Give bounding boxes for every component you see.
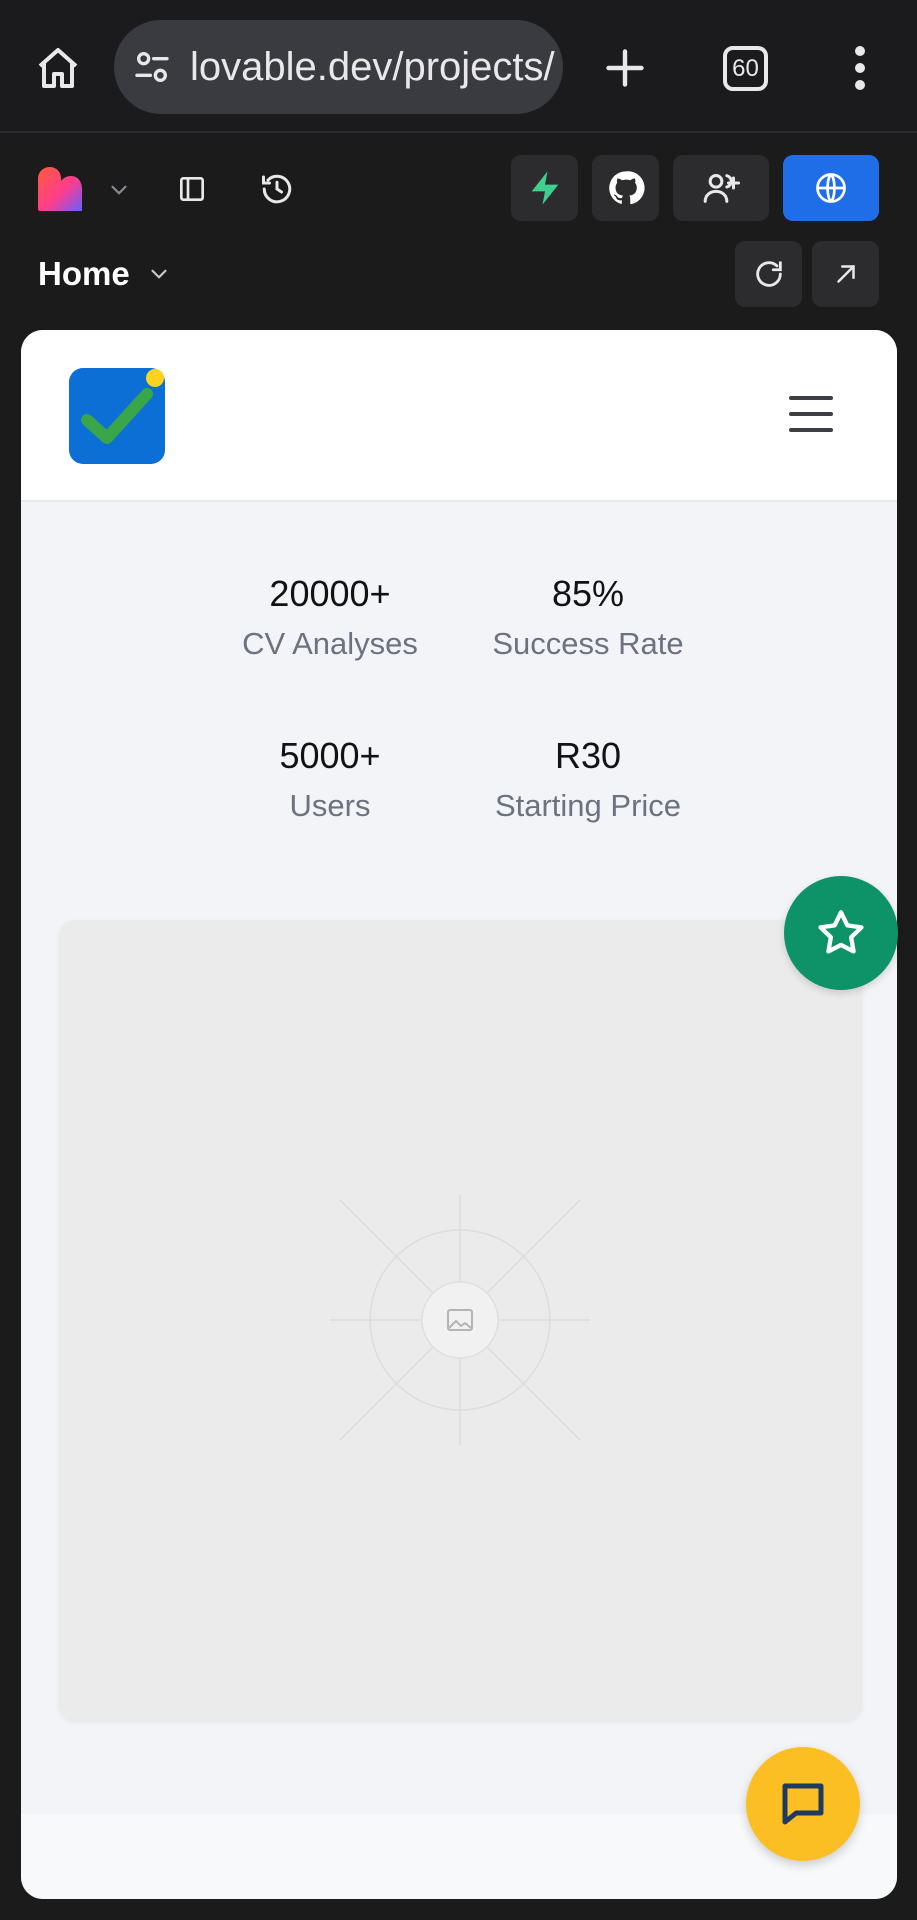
lovable-app-bar: Home	[0, 135, 917, 330]
more-vert-icon[interactable]	[840, 40, 880, 96]
stat-label: Success Rate	[492, 626, 684, 661]
supabase-icon	[531, 171, 558, 205]
site-logo-icon[interactable]	[69, 368, 165, 464]
page-selector[interactable]: Home	[38, 255, 172, 293]
tab-count: 60	[732, 54, 759, 82]
new-tab-button[interactable]	[595, 38, 655, 98]
home-icon[interactable]	[28, 38, 88, 98]
stat-success-rate: 85% Success Rate	[468, 570, 708, 668]
site-settings-icon[interactable]	[132, 47, 172, 87]
stat-value: 85%	[551, 573, 625, 614]
chat-icon	[782, 1783, 824, 1825]
stat-label: CV Analyses	[242, 626, 418, 661]
open-external-icon	[836, 265, 855, 283]
tabs-icon[interactable]: 60	[723, 46, 768, 91]
sidebar-toggle-button[interactable]	[170, 167, 214, 211]
site-preview: 20000+ CV Analyses 85% Success Rate 5000…	[21, 330, 897, 1899]
star-icon	[818, 910, 864, 954]
image-placeholder-icon	[330, 1195, 590, 1445]
globe-icon	[816, 173, 846, 203]
favorite-button[interactable]	[784, 876, 898, 990]
invite-button[interactable]	[673, 155, 769, 221]
stat-label: Starting Price	[494, 788, 682, 823]
image-placeholder-card	[59, 920, 862, 1720]
chevron-down-icon[interactable]	[106, 177, 132, 203]
github-icon	[608, 171, 645, 205]
chat-button[interactable]	[746, 1747, 860, 1861]
stat-users: 5000+ Users	[210, 732, 450, 830]
stat-value: R30	[554, 735, 622, 776]
supabase-button[interactable]	[511, 155, 578, 221]
refresh-button[interactable]	[735, 241, 802, 307]
stat-cv-analyses: 20000+ CV Analyses	[210, 570, 450, 668]
url-text[interactable]: lovable.dev/projects/	[190, 45, 555, 90]
stat-label: Users	[289, 788, 371, 823]
plus-icon	[606, 49, 644, 87]
github-button[interactable]	[592, 155, 659, 221]
page-label: Home	[38, 255, 130, 292]
stat-value: 5000+	[279, 735, 381, 776]
browser-toolbar: lovable.dev/projects/ 60	[0, 0, 917, 133]
lovable-logo-icon[interactable]	[36, 165, 84, 213]
address-bar[interactable]: lovable.dev/projects/	[114, 20, 563, 114]
hamburger-icon[interactable]	[789, 396, 833, 432]
publish-button[interactable]	[783, 155, 879, 221]
history-icon	[262, 174, 292, 204]
open-external-button[interactable]	[812, 241, 879, 307]
refresh-icon	[755, 261, 782, 287]
chevron-down-icon	[151, 269, 167, 279]
site-header	[21, 330, 897, 502]
stat-starting-price: R30 Starting Price	[468, 732, 708, 830]
sidebar-icon	[180, 177, 204, 201]
stat-value: 20000+	[269, 573, 391, 614]
invite-users-icon	[703, 174, 740, 203]
history-button[interactable]	[255, 167, 299, 211]
